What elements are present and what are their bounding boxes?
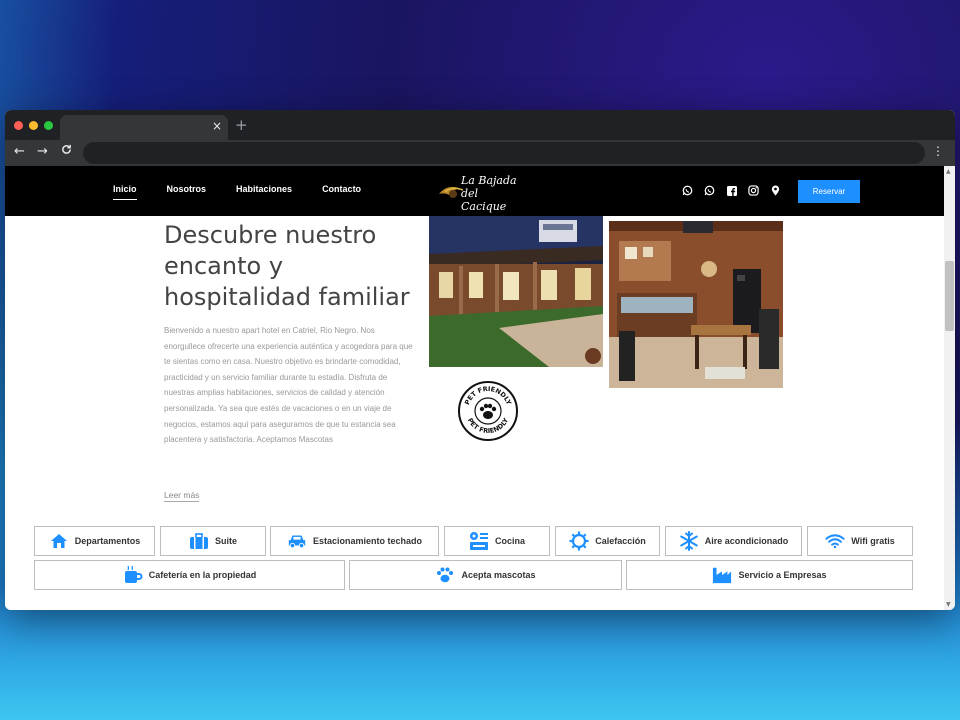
logo-text: La Bajada del Cacique [461,174,521,213]
browser-toolbar: ← → ⋮ [5,140,955,166]
amenity-departamentos[interactable]: Departamentos [34,526,155,556]
sun-heat-icon [569,531,589,551]
amenity-label: Cocina [494,536,525,546]
page-viewport: Inicio Nosotros Habitaciones Contacto La… [5,166,944,610]
tab-close-icon[interactable]: × [212,119,222,133]
amenity-cafeteria[interactable]: Cafetería en la propiedad [34,560,345,590]
logo-line-2: del Cacique [461,187,507,213]
social-links [681,184,782,197]
stove-icon [469,531,489,551]
whatsapp-icon[interactable] [681,184,694,197]
site-logo[interactable]: La Bajada del Cacique [435,172,525,213]
window-controls [14,121,53,130]
amenity-calefaccion[interactable]: Calefacción [555,526,660,556]
amenity-aire-acondicionado[interactable]: Aire acondicionado [665,526,802,556]
hero-description: Bienvenido a nuestro apart hotel en Catr… [164,326,413,445]
coffee-icon [123,565,143,585]
snowflake-icon [679,531,699,551]
amenity-cocina[interactable]: Cocina [444,526,550,556]
instagram-icon[interactable] [747,184,760,197]
forward-arrow-icon[interactable]: → [37,144,48,159]
tab-bar: × + [5,110,955,140]
read-more-link[interactable]: Leer más [164,490,200,502]
new-tab-button[interactable]: + [235,116,248,134]
page-scrollbar[interactable]: ▲ ▼ [944,166,955,610]
factory-icon [712,565,732,585]
home-icon [49,531,69,551]
scroll-up-arrow-icon[interactable]: ▲ [946,168,951,175]
browser-tab[interactable]: × [60,115,228,140]
amenity-label: Acepta mascotas [461,570,536,580]
logo-line-1: La Bajada [461,174,517,187]
maximize-window-button[interactable] [44,121,53,130]
amenity-empresas[interactable]: Servicio a Empresas [626,560,913,590]
minimize-window-button[interactable] [29,121,38,130]
nav-item-nosotros[interactable]: Nosotros [167,184,207,194]
amenity-wifi[interactable]: Wifi gratis [807,526,913,556]
address-bar[interactable] [83,142,925,164]
amenity-label: Calefacción [595,536,646,546]
facebook-icon[interactable] [725,184,738,197]
nav-item-inicio[interactable]: Inicio [113,184,137,200]
suitcase-icon [189,531,209,551]
amenity-label: Cafetería en la propiedad [148,570,257,580]
main-menu: Inicio Nosotros Habitaciones Contacto [113,184,361,200]
amenity-label: Estacionamiento techado [312,536,423,546]
hotel-dining-room-photo [609,221,783,388]
site-header: Inicio Nosotros Habitaciones Contacto La… [5,166,944,216]
car-icon [287,531,307,551]
amenities-grid: Departamentos Suite Estacionamiento tech… [5,526,944,606]
hero-title: Descubre nuestro encanto y hospitalidad … [164,221,410,311]
amenity-label: Servicio a Empresas [738,570,827,580]
amenity-suite[interactable]: Suite [160,526,266,556]
browser-window: × + ← → ⋮ Inicio Nosotros Habitaciones C… [5,110,955,610]
location-pin-icon[interactable] [769,184,782,197]
reserve-button[interactable]: Reservar [798,180,860,203]
hotel-exterior-photo [429,216,603,367]
close-window-button[interactable] [14,121,23,130]
browser-menu-icon[interactable]: ⋮ [932,144,944,158]
scroll-down-arrow-icon[interactable]: ▼ [946,601,951,608]
amenity-label: Wifi gratis [851,536,895,546]
amenity-estacionamiento[interactable]: Estacionamiento techado [270,526,439,556]
amenity-label: Aire acondicionado [704,536,789,546]
paw-icon [435,565,455,585]
scrollbar-thumb[interactable] [945,261,954,331]
wifi-icon [825,531,845,551]
reload-icon[interactable] [61,144,72,159]
amenity-mascotas[interactable]: Acepta mascotas [349,560,622,590]
amenity-label: Departamentos [74,536,141,546]
whatsapp-icon[interactable] [703,184,716,197]
pet-friendly-badge: PET FRIENDLY PET FRIENDLY [457,380,519,442]
nav-item-contacto[interactable]: Contacto [322,184,361,194]
nav-item-habitaciones[interactable]: Habitaciones [236,184,292,194]
back-arrow-icon[interactable]: ← [14,144,25,159]
amenity-label: Suite [214,536,237,546]
